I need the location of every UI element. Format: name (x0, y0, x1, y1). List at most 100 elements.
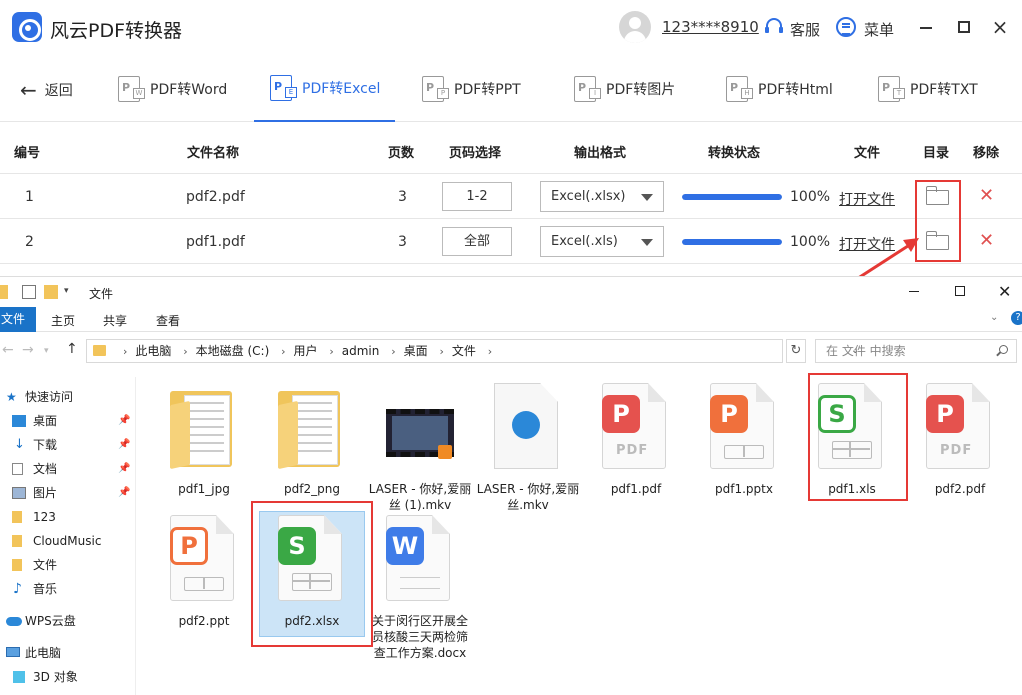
folder-icon (12, 511, 22, 523)
explorer-close-icon[interactable]: ✕ (998, 282, 1011, 301)
tab-pdf-to-excel[interactable]: PE PDF转Excel (254, 56, 396, 122)
header-pages: 页数 (388, 146, 415, 161)
address-row: ← → ▾ ↑ › 此电脑 › 本地磁盘 (C:) › 用户 › admin › 桌面 ›… (0, 339, 1022, 363)
pdf-to-word-icon: PW (118, 76, 145, 102)
page-range-input[interactable]: 1-2 (442, 182, 512, 211)
nav-item-pictures[interactable]: 图片 📌 (0, 481, 136, 505)
header-status: 转换状态 (708, 146, 761, 161)
new-folder-icon[interactable] (44, 285, 58, 299)
ribbon-tab-home[interactable]: 主页 (51, 312, 75, 329)
breadcrumb-item[interactable]: 桌面 (404, 344, 428, 358)
service-button[interactable]: 客服 (790, 19, 820, 40)
nav-forward-icon[interactable]: → (22, 342, 34, 358)
file-item[interactable]: P PDF pdf1.pdf (584, 379, 688, 507)
pdf-file-icon: P PDF (602, 383, 670, 471)
customize-arrow-icon[interactable]: ▾ (64, 286, 78, 300)
recent-locations-icon[interactable]: ▾ (44, 346, 49, 356)
ribbon-tab-share[interactable]: 共享 (103, 312, 127, 329)
pdf-to-excel-icon: PE (270, 75, 297, 101)
file-name: pdf2.pdf (934, 482, 986, 496)
row-file-name: pdf2.pdf (186, 189, 245, 205)
file-item[interactable]: pdf1_jpg (152, 379, 256, 507)
tab-label: PDF转Word (150, 82, 228, 98)
nav-item-desktop[interactable]: 桌面 📌 (0, 409, 136, 433)
tab-pdf-to-word[interactable]: PW PDF转Word (118, 56, 227, 122)
maximize-button[interactable] (958, 21, 970, 33)
back-button[interactable]: ← 返回 (20, 80, 73, 100)
nav-item-this-pc[interactable]: 此电脑 (0, 641, 136, 665)
download-icon: ↓ (14, 437, 25, 452)
nav-item-cloudmusic[interactable]: CloudMusic (0, 529, 136, 553)
file-item[interactable]: W 关于闵行区开展全员核酸三天两检筛查工作方案.docx (368, 511, 472, 691)
breadcrumb-item[interactable]: 用户 (294, 344, 318, 358)
breadcrumb-item[interactable]: admin (342, 344, 380, 358)
highlight-box-xlsx (251, 501, 373, 647)
file-item[interactable]: LASER - 你好,爱丽丝.mkv (476, 379, 580, 512)
nav-item-folder-123[interactable]: 123 (0, 505, 136, 529)
search-input[interactable]: 在 文件 中搜索 (815, 339, 1017, 363)
close-icon[interactable]: × (990, 16, 1010, 38)
output-format-select[interactable]: Excel(.xls) (540, 226, 664, 257)
remove-icon[interactable]: ✕ (979, 185, 994, 206)
breadcrumb: › 此电脑 › 本地磁盘 (C:) › 用户 › admin › 桌面 › 文件 › (123, 344, 493, 358)
nav-item-documents[interactable]: 文档 📌 (0, 457, 136, 481)
explorer-title-bar: ▾ 文件 ✕ (0, 277, 1022, 307)
row-pages: 3 (398, 189, 407, 205)
pin-icon: 📌 (118, 439, 131, 450)
back-arrow-icon: ← (20, 78, 37, 102)
nav-item-wps-cloud[interactable]: WPS云盘 (0, 609, 136, 633)
row-pages: 3 (398, 234, 407, 250)
nav-item-music[interactable]: ♪ 音乐 (0, 577, 136, 601)
nav-item-quick-access[interactable]: ★ 快速访问 (0, 385, 136, 409)
file-item[interactable]: pdf2_png (260, 379, 364, 507)
tab-pdf-to-image[interactable]: PI PDF转图片 (574, 56, 675, 122)
file-item[interactable]: P pdf2.ppt (152, 511, 256, 639)
breadcrumb-item[interactable]: 此电脑 (135, 344, 171, 358)
ribbon-tab-view[interactable]: 查看 (156, 312, 180, 329)
file-item[interactable]: LASER - 你好,爱丽丝 (1).mkv (368, 379, 472, 512)
folder-icon (12, 535, 22, 547)
ribbon-tab-file[interactable]: 文件 (0, 307, 36, 332)
remove-icon[interactable]: ✕ (979, 230, 994, 251)
headset-icon[interactable] (764, 18, 784, 36)
ribbon-expand-icon[interactable]: ⌄ (990, 312, 998, 323)
nav-up-icon[interactable]: ↑ (66, 341, 78, 357)
user-account-link[interactable]: 123****8910 (662, 18, 759, 36)
address-bar[interactable]: › 此电脑 › 本地磁盘 (C:) › 用户 › admin › 桌面 › 文件 › ⌄ (86, 339, 859, 363)
tab-label: PDF转Excel (302, 81, 381, 97)
explorer-minimize-button[interactable] (909, 291, 919, 292)
file-item[interactable]: P pdf1.pptx (692, 379, 796, 507)
tab-pdf-to-html[interactable]: PH PDF转Html (726, 56, 833, 122)
tab-pdf-to-txt[interactable]: PT PDF转TXT (878, 56, 978, 122)
output-format-select[interactable]: Excel(.xlsx) (540, 181, 664, 212)
pin-icon: 📌 (118, 463, 131, 474)
page-range-input[interactable]: 全部 (442, 227, 512, 256)
properties-icon[interactable] (22, 285, 36, 299)
nav-item-files[interactable]: 文件 (0, 553, 136, 577)
nav-back-icon[interactable]: ← (2, 342, 14, 358)
progress-fill (682, 239, 782, 245)
tab-pdf-to-ppt[interactable]: PP PDF转PPT (422, 56, 521, 122)
menu-button[interactable]: 菜单 (864, 19, 894, 40)
help-icon[interactable]: ? (1011, 311, 1022, 325)
breadcrumb-item[interactable]: 文件 (452, 344, 476, 358)
file-explorer-window: ▾ 文件 ✕ 文件 主页 共享 查看 ⌄ ? ← → ▾ ↑ › 此电脑 › 本地磁… (0, 276, 1022, 695)
folder-icon (278, 383, 346, 471)
explorer-maximize-button[interactable] (955, 286, 965, 296)
folder-icon (12, 559, 22, 571)
tab-label: PDF转PPT (454, 82, 521, 98)
menu-icon[interactable] (836, 17, 856, 37)
open-file-link[interactable]: 打开文件 (839, 189, 895, 209)
refresh-icon[interactable]: ↻ (786, 339, 806, 363)
header-format: 输出格式 (574, 146, 627, 161)
avatar[interactable] (619, 11, 651, 43)
tab-label: PDF转Html (758, 82, 833, 98)
row-file-name: pdf1.pdf (186, 234, 245, 250)
nav-item-3d-objects[interactable]: 3D 对象 (0, 665, 136, 689)
minimize-button[interactable] (920, 27, 932, 29)
pin-icon: 📌 (118, 487, 131, 498)
nav-item-downloads[interactable]: ↓ 下载 📌 (0, 433, 136, 457)
picture-icon (12, 487, 26, 499)
file-item[interactable]: P PDF pdf2.pdf (908, 379, 1012, 507)
breadcrumb-item[interactable]: 本地磁盘 (C:) (196, 344, 270, 358)
